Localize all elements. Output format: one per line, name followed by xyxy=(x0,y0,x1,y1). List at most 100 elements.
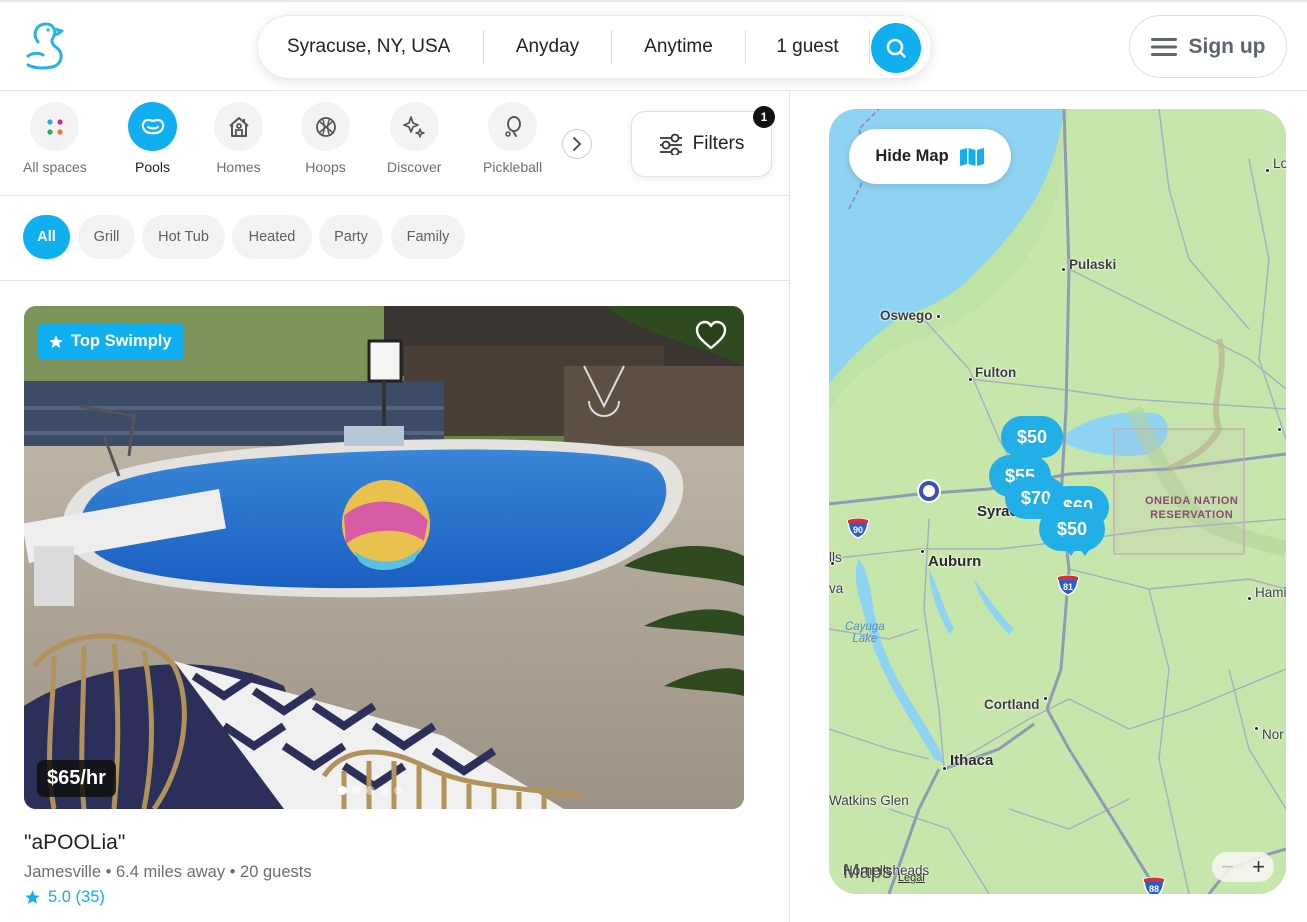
place-dot xyxy=(968,377,973,382)
guests-field[interactable]: 1 guest xyxy=(746,30,870,64)
location-field[interactable]: Syracuse, NY, USA xyxy=(258,30,484,64)
heart-icon xyxy=(695,320,727,350)
place-dot xyxy=(936,314,941,319)
place-dot xyxy=(1043,696,1048,701)
place-watkins-glen: Watkins Glen xyxy=(829,793,909,808)
chip-party[interactable]: Party xyxy=(319,215,383,259)
star-icon xyxy=(25,890,40,904)
pagination-dot[interactable] xyxy=(394,786,403,795)
chip-all[interactable]: All xyxy=(23,215,70,259)
place-dot xyxy=(1277,427,1282,432)
price-pin[interactable]: $50 xyxy=(1045,513,1099,545)
search-button[interactable] xyxy=(871,23,921,73)
category-bar: All spaces Pools Homes Hoops Discover Pi… xyxy=(0,92,790,196)
sliders-icon xyxy=(659,133,682,155)
place-geneva: va xyxy=(829,581,844,596)
category-all-spaces[interactable]: All spaces xyxy=(23,102,87,175)
chip-hot-tub[interactable]: Hot Tub xyxy=(142,215,225,259)
category-pools[interactable]: Pools xyxy=(128,102,177,175)
listing-rating: 5.0 (35) xyxy=(24,888,744,907)
category-label: Discover xyxy=(387,159,442,175)
pagination-dot[interactable] xyxy=(366,786,375,795)
star-icon xyxy=(49,334,63,348)
place-cortland: Cortland xyxy=(984,697,1040,712)
interstate-81-shield-icon: 81 xyxy=(1057,574,1079,596)
place-pulaski: Pulaski xyxy=(1069,257,1117,272)
pin-pointers xyxy=(1066,549,1090,556)
place-ithaca: Ithaca xyxy=(950,752,994,769)
signup-menu-button[interactable]: Sign up xyxy=(1129,15,1287,78)
top-swimply-badge: Top Swimply xyxy=(38,323,184,360)
basketball-icon xyxy=(315,116,336,137)
hamburger-menu-icon xyxy=(1150,37,1177,56)
maps-logo: Maps xyxy=(843,861,892,883)
listing-card[interactable]: Top Swimply $65/hr "aPOOLia" Jamesville … xyxy=(24,306,744,907)
category-icon-wrap xyxy=(301,102,350,151)
place-dot xyxy=(830,561,835,566)
svg-text:90: 90 xyxy=(853,525,863,535)
map-panel[interactable]: Hide Map Pulaski Oswego Fulton Syracuse … xyxy=(829,109,1286,894)
place-dot xyxy=(1265,168,1270,173)
category-label: All spaces xyxy=(23,159,87,175)
amenity-chips: All Grill Hot Tub Heated Party Family xyxy=(0,197,790,281)
place-dot xyxy=(1247,596,1252,601)
header: Syracuse, NY, USA Anyday Anytime 1 guest… xyxy=(0,2,1307,91)
favorite-button[interactable] xyxy=(694,320,728,352)
hide-map-button[interactable]: Hide Map xyxy=(849,129,1011,184)
duck-icon xyxy=(26,22,64,70)
dots-grid-icon xyxy=(47,118,63,135)
listings-panel: All spaces Pools Homes Hoops Discover Pi… xyxy=(0,92,790,922)
chip-heated[interactable]: Heated xyxy=(232,215,312,259)
pagination-dot[interactable] xyxy=(380,786,389,795)
pool-icon xyxy=(141,118,164,134)
zoom-out-button[interactable]: − xyxy=(1221,854,1234,880)
pool-photo-illustration xyxy=(24,306,744,809)
place-fulton: Fulton xyxy=(975,365,1017,380)
category-pickleball[interactable]: Pickleball xyxy=(483,102,542,175)
place-auburn: Auburn xyxy=(928,553,982,570)
nys-thruway-icon xyxy=(917,479,941,503)
categories-next-button[interactable] xyxy=(562,129,592,159)
price-tag: $65/hr xyxy=(37,760,116,797)
house-icon xyxy=(228,116,249,137)
category-hoops[interactable]: Hoops xyxy=(301,102,350,175)
paddle-icon xyxy=(504,115,521,137)
category-homes[interactable]: Homes xyxy=(214,102,263,175)
category-discover[interactable]: Discover xyxy=(387,102,441,175)
map-zoom-control: − + xyxy=(1212,852,1274,882)
price-pin[interactable]: $50 xyxy=(1007,422,1057,452)
hide-map-label: Hide Map xyxy=(875,147,949,165)
listing-meta: Jamesville • 6.4 miles away • 20 guests xyxy=(24,863,312,881)
place-dot xyxy=(1254,726,1259,731)
search-bar: Syracuse, NY, USA Anyday Anytime 1 guest xyxy=(257,15,932,79)
category-icon-wrap xyxy=(389,102,439,151)
legal-link[interactable]: Legal xyxy=(898,872,925,884)
time-field[interactable]: Anytime xyxy=(612,30,746,64)
swimply-duck-logo[interactable] xyxy=(24,20,72,72)
place-norwich: Nor xyxy=(1262,727,1284,742)
place-hamilton: Hami xyxy=(1255,585,1286,600)
zoom-in-button[interactable]: + xyxy=(1252,854,1265,880)
place-oswego: Oswego xyxy=(880,308,933,323)
category-icon-wrap xyxy=(128,102,177,151)
date-field[interactable]: Anyday xyxy=(484,30,612,64)
category-icon-wrap xyxy=(214,102,263,151)
filters-label: Filters xyxy=(692,133,745,154)
listing-photo[interactable]: Top Swimply $65/hr xyxy=(24,306,744,809)
oneida-reservation-label: ONEIDA NATION RESERVATION xyxy=(1145,495,1239,521)
sparkle-icon xyxy=(403,115,425,138)
place-dot xyxy=(920,549,925,554)
pagination-dot-active[interactable] xyxy=(338,786,347,795)
filters-count-badge: 1 xyxy=(753,106,775,128)
filters-button[interactable]: Filters 1 xyxy=(631,106,775,177)
map-fold-icon xyxy=(959,147,984,166)
top-swimply-label: Top Swimply xyxy=(71,332,172,350)
search-icon xyxy=(886,38,906,58)
pagination-dot[interactable] xyxy=(352,786,361,795)
chip-family[interactable]: Family xyxy=(391,215,465,259)
interstate-90-shield-icon: 90 xyxy=(847,517,869,539)
listing-title[interactable]: "aPOOLia" xyxy=(24,831,744,855)
chip-grill[interactable]: Grill xyxy=(78,215,135,259)
place-dot xyxy=(942,766,947,771)
signup-label: Sign up xyxy=(1188,34,1266,58)
